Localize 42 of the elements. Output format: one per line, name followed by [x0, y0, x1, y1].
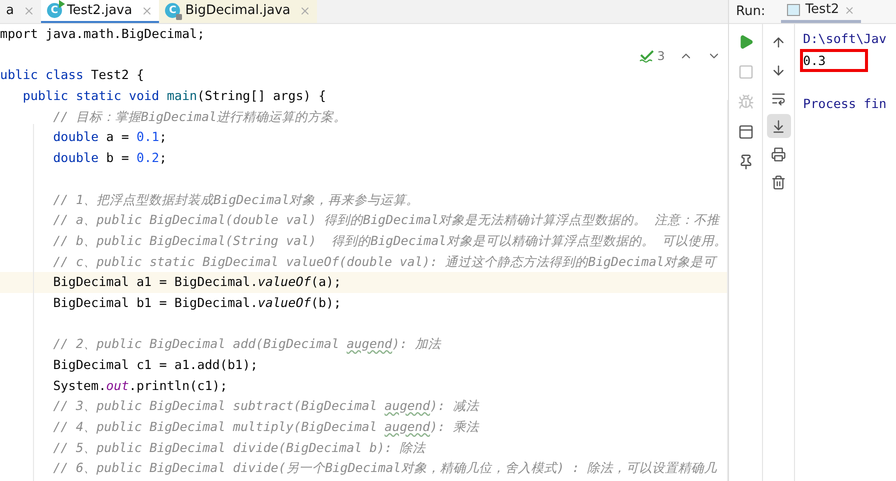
editor-tab[interactable]: a	[0, 0, 41, 23]
code-line: // 目标：掌握BigDecimal进行精确运算的方案。	[52, 108, 348, 126]
layout-icon[interactable]	[738, 124, 754, 140]
class-icon: C	[165, 3, 180, 18]
code-line: // 6、public BigDecimal divide(另一个BigDecimal对象，精确几位，舍入模式) : 除法，可以设置精确几	[52, 459, 718, 478]
console-line: D:\soft\Jav	[803, 30, 886, 48]
run-tab[interactable]: Test2	[781, 0, 862, 23]
wrap-icon	[771, 90, 786, 106]
console-icon	[787, 4, 800, 16]
code-line: mport java.math.BigDecimal;	[0, 25, 206, 43]
code-line: System.out.println(c1);	[52, 376, 228, 395]
scrollbar-thumb[interactable]	[726, 100, 728, 481]
scroll-to-end-icon	[771, 118, 786, 134]
code-line: BigDecimal c1 = a1.add(b1);	[52, 356, 259, 374]
run-label: Run:	[736, 2, 766, 21]
scroll-to-end-icon-button[interactable]	[766, 114, 790, 138]
code-line: double b = 0.2;	[52, 149, 168, 168]
pin-icon[interactable]	[738, 154, 754, 170]
editor-tab[interactable]: C BigDecimal.java	[159, 0, 318, 23]
code-line: double a = 0.1;	[52, 128, 168, 146]
console-line: Process fin	[803, 95, 886, 113]
check-icon	[639, 49, 656, 63]
code-line: // 3、public BigDecimal subtract(BigDecimal augend): 减法	[52, 397, 480, 416]
run-icon[interactable]	[738, 34, 754, 50]
trash-icon	[771, 174, 786, 190]
code-line: // 5、public BigDecimal divide(BigDecimal b): 除法	[52, 438, 427, 457]
code-line: ublic class Test2 {	[0, 66, 146, 84]
inspection-count[interactable]: 3	[657, 47, 665, 65]
editor-tab[interactable]: C Test2.java	[40, 0, 160, 23]
code-line: // 2、public BigDecimal add(BigDecimal augend): 加法	[52, 335, 442, 354]
run-badge-icon	[58, 0, 65, 8]
printer-icon	[771, 146, 786, 162]
code-line: // b、public BigDecimal(String val) 得到的BigDecimal对象是可以精确计算浮点型数据的。 可以使用。	[52, 232, 727, 250]
code-line: // 4、public BigDecimal multiply(BigDecimal augend): 乘法	[52, 418, 480, 436]
code-line: BigDecimal b1 = BigDecimal.valueOf(b);	[52, 294, 342, 312]
code-line: // 1、把浮点型数据封装成BigDecimal对象，再来参与运算。	[52, 190, 420, 209]
arrow-down-icon	[771, 62, 786, 78]
class-icon: C	[46, 3, 62, 18]
code-line: // c、public static BigDecimal valueOf(double val): 通过这个静态方法得到的BigDecimal对象是可	[52, 252, 718, 271]
code-line: public static void main(String[] args) {	[22, 87, 328, 106]
lock-badge-icon	[176, 14, 182, 20]
code-line: // a、public BigDecimal(double val) 得到的BigDecimal对象是无法精确计算浮点型数据的。 注意：不推	[52, 211, 722, 230]
